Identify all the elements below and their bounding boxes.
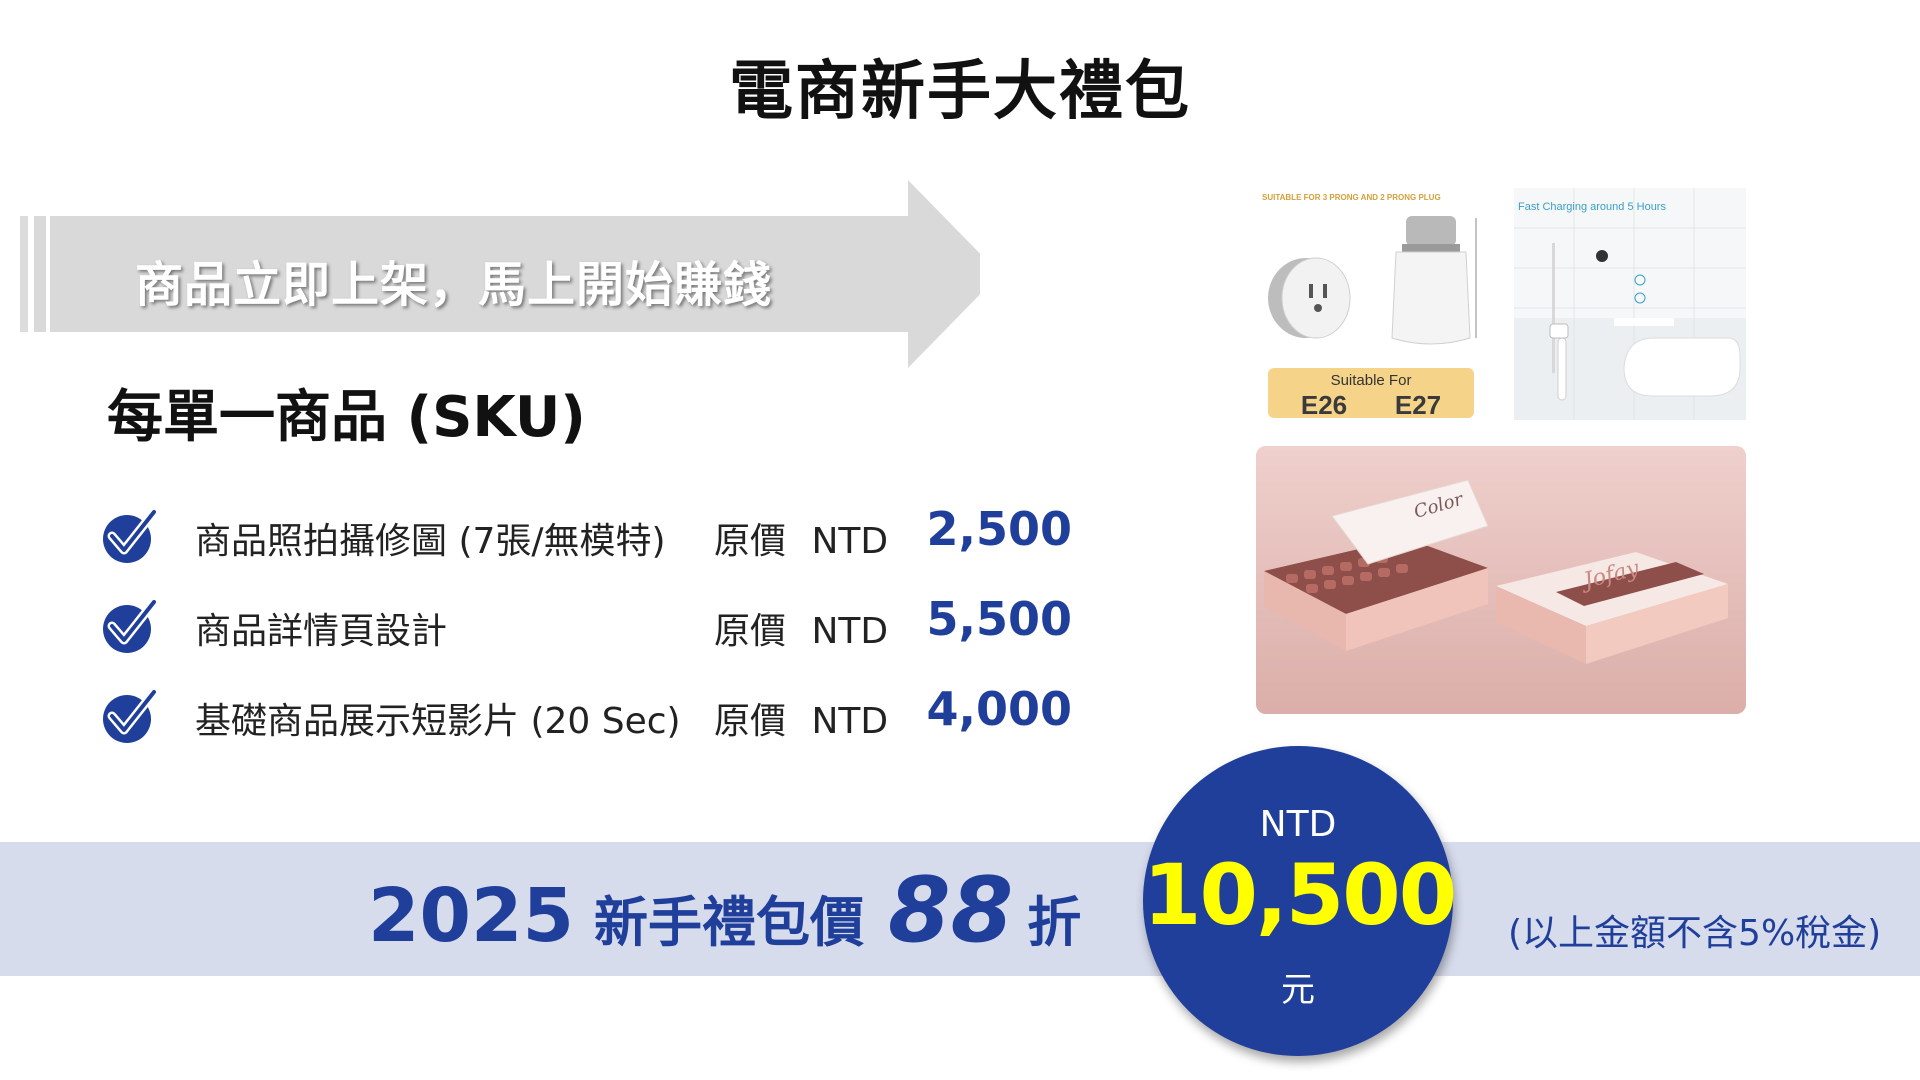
product-image-bath: Fast Charging around 5 Hours bbox=[1514, 188, 1746, 420]
list-item: 基礎商品展示短影片 (20 Sec) 原價 NTD 4,000 bbox=[100, 678, 1072, 750]
item-label: 商品照拍攝修圖 (7張/無模特) bbox=[195, 521, 666, 562]
plug-e26: E26 bbox=[1301, 390, 1347, 420]
promo-text: 新手禮包價 bbox=[593, 891, 864, 954]
arrow-stripe bbox=[20, 216, 28, 332]
promo-discount-unit: 折 bbox=[1027, 891, 1082, 954]
tax-note: (以上金額不含5%稅金) bbox=[1508, 913, 1882, 954]
product-image-plug: SUITABLE FOR 3 PRONG AND 2 PRONG PLUG Su… bbox=[1256, 188, 1486, 420]
banner-text: 商品立即上架，馬上開始賺錢 bbox=[135, 257, 773, 313]
list-item: 商品照拍攝修圖 (7張/無模特) 原價 NTD 2,500 bbox=[100, 498, 1072, 570]
plug-e27: E27 bbox=[1395, 390, 1441, 420]
price-badge: NTD 10,500 元 bbox=[1143, 746, 1457, 1056]
item-price: 4,000 bbox=[926, 682, 1072, 736]
item-price-label: 原價 NTD bbox=[714, 701, 889, 742]
price-currency: NTD bbox=[1259, 804, 1337, 845]
product-image-box: Color Jofay bbox=[1256, 446, 1746, 714]
price-unit: 元 bbox=[1281, 970, 1315, 1010]
item-price: 2,500 bbox=[926, 502, 1072, 556]
promo-line: 2025 新手禮包價 88 折 bbox=[368, 858, 1081, 968]
checkmark-icon bbox=[103, 597, 159, 653]
item-price: 5,500 bbox=[926, 592, 1072, 646]
plug-caption: SUITABLE FOR 3 PRONG AND 2 PRONG PLUG bbox=[1262, 193, 1441, 202]
item-price-label: 原價 NTD bbox=[714, 611, 889, 652]
checkmark-icon bbox=[103, 687, 159, 743]
arrow-stripe bbox=[34, 216, 46, 332]
checkmark-icon bbox=[103, 507, 159, 563]
list-item: 商品詳情頁設計 原價 NTD 5,500 bbox=[100, 588, 1072, 660]
promo-discount: 88 bbox=[887, 858, 1014, 963]
item-label: 基礎商品展示短影片 (20 Sec) bbox=[195, 701, 681, 742]
item-price-label: 原價 NTD bbox=[714, 521, 889, 562]
promo-year: 2025 bbox=[368, 873, 574, 959]
page-title: 電商新手大禮包 bbox=[729, 55, 1191, 129]
price-amount: 10,500 bbox=[1143, 846, 1457, 944]
sku-heading: 每單一商品 (SKU) bbox=[107, 385, 586, 450]
plug-suitable-for: Suitable For bbox=[1331, 372, 1412, 389]
item-label: 商品詳情頁設計 bbox=[195, 611, 448, 652]
bath-caption: Fast Charging around 5 Hours bbox=[1518, 201, 1666, 213]
